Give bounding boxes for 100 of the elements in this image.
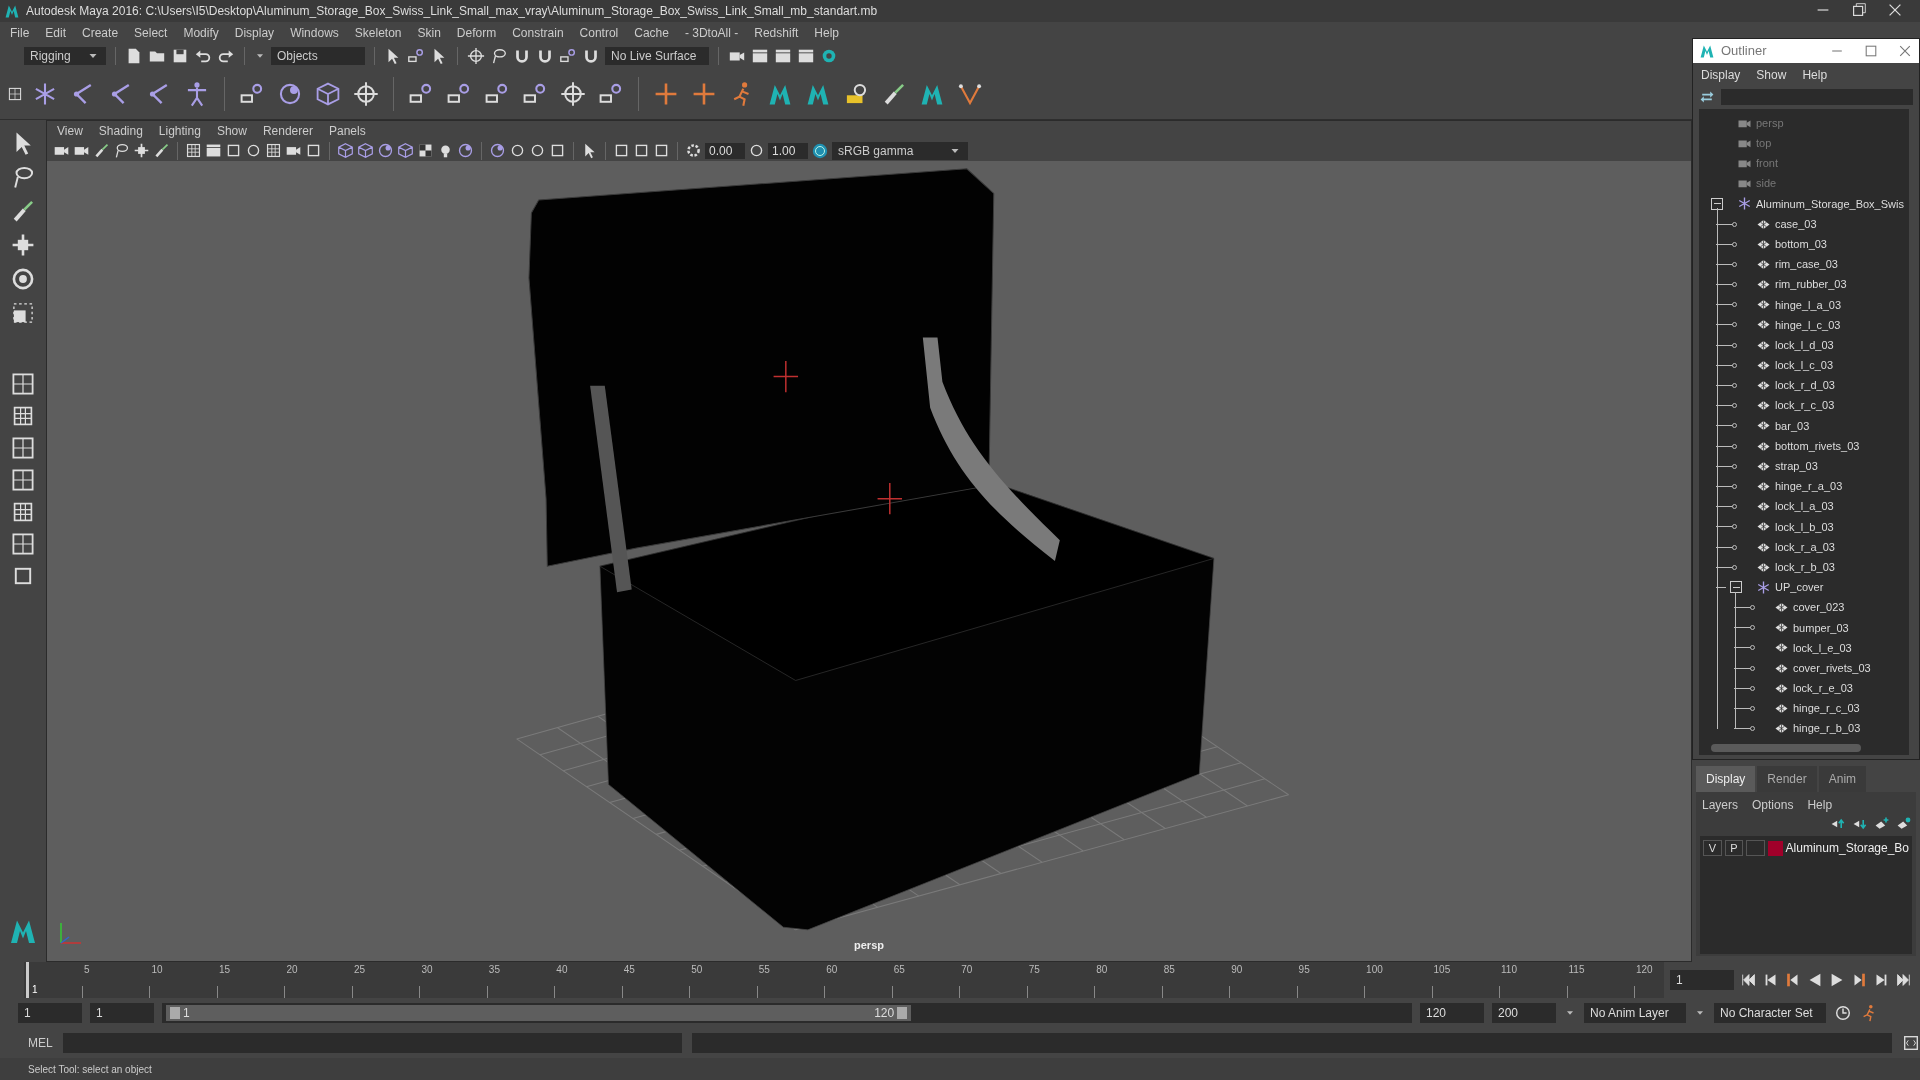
playhead-marker[interactable]	[26, 962, 29, 998]
skip-to-end-icon[interactable]	[1894, 971, 1912, 989]
menu-item[interactable]: Deform	[456, 24, 497, 42]
menu-item[interactable]: Edit	[45, 24, 67, 42]
outliner-item[interactable]: rim_rubber_03	[1775, 276, 1847, 293]
outliner-item[interactable]: hinge_l_a_03	[1775, 296, 1842, 314]
end-frame-field[interactable]: 200	[1492, 1003, 1556, 1023]
cube-icon[interactable]	[397, 142, 414, 159]
layout-icon[interactable]	[11, 468, 35, 492]
square-icon[interactable]	[549, 142, 566, 159]
outliner-item[interactable]: lock_r_d_03	[1775, 377, 1835, 394]
outliner-menu-item[interactable]: Show	[1756, 66, 1787, 84]
close-icon[interactable]	[1897, 43, 1913, 59]
settings-icon[interactable]	[685, 142, 702, 159]
lasso-icon[interactable]	[490, 47, 508, 65]
cube-icon[interactable]	[315, 80, 341, 107]
outliner-item[interactable]: lock_r_e_03	[1793, 680, 1853, 697]
range-slider-track[interactable]: 1 120	[162, 1003, 1412, 1023]
slider-handle[interactable]	[170, 1007, 180, 1019]
scale-icon[interactable]	[10, 300, 36, 326]
render-disc-icon[interactable]	[820, 47, 838, 65]
viewport-menu-item[interactable]: View	[57, 121, 83, 140]
character-set-field[interactable]: No Character Set	[1714, 1003, 1826, 1023]
time-slider[interactable]: 1 5 10 15 20 25 30 35 40 45 50 55 60 65 70 75 80 85 90 95 100 105 110 115 120	[24, 962, 1664, 998]
square-icon[interactable]	[225, 142, 242, 159]
menu-item[interactable]: Redshift	[754, 24, 799, 42]
skip-to-start-icon[interactable]	[1740, 971, 1758, 989]
clapperboard-icon[interactable]	[774, 47, 792, 65]
slider-handle[interactable]	[897, 1007, 908, 1019]
save-icon[interactable]	[171, 47, 189, 65]
menu-item[interactable]: Windows	[290, 24, 339, 42]
menu-item[interactable]: Create	[82, 24, 119, 42]
color-space-dropdown[interactable]: sRGB gamma	[832, 141, 968, 160]
sphere-icon[interactable]	[377, 142, 394, 159]
viewport-menu-item[interactable]: Shading	[98, 121, 143, 140]
reference-toggle[interactable]	[1746, 840, 1765, 856]
menu-item[interactable]: File	[10, 24, 30, 42]
checker-icon[interactable]	[417, 142, 434, 159]
outliner-item[interactable]: lock_r_a_03	[1775, 538, 1835, 556]
asterisk-icon[interactable]	[1756, 579, 1771, 595]
cube-icon[interactable]	[337, 142, 354, 159]
outliner-item[interactable]: lock_l_e_03	[1793, 639, 1852, 657]
outliner-item[interactable]: UP_cover	[1775, 579, 1824, 596]
maximize-icon[interactable]	[1863, 43, 1879, 59]
brush-icon[interactable]	[93, 142, 110, 159]
outliner-item[interactable]: bottom_03	[1775, 235, 1827, 253]
layer-menu-item[interactable]: Layers	[1702, 796, 1739, 814]
sphere-icon[interactable]	[457, 142, 474, 159]
layer-menu-item[interactable]: Options	[1752, 796, 1794, 814]
layer-menu-item[interactable]: Help	[1807, 796, 1833, 814]
playback-end-field[interactable]: 120	[1420, 1003, 1484, 1023]
outliner-item[interactable]: rim_case_03	[1775, 256, 1838, 273]
outliner-item[interactable]: hinge_r_c_03	[1793, 700, 1860, 717]
new-layer-icon[interactable]	[1874, 816, 1890, 832]
layout-icon[interactable]	[11, 436, 35, 460]
outliner-menu-item[interactable]: Display	[1701, 66, 1741, 84]
horizontal-scrollbar[interactable]	[1699, 741, 1909, 755]
scrollbar-thumb[interactable]	[1711, 744, 1861, 752]
menu-item[interactable]: Cache	[634, 24, 669, 42]
menu-item[interactable]: Help	[814, 24, 839, 42]
menu-item[interactable]: Modify	[183, 24, 219, 42]
script-language-label[interactable]: MEL	[28, 1034, 53, 1052]
square-icon[interactable]	[633, 142, 650, 159]
layout-icon[interactable]	[11, 532, 35, 556]
clapperboard-icon[interactable]	[205, 142, 222, 159]
filter-field[interactable]	[1721, 89, 1913, 105]
outliner-item[interactable]: lock_r_c_03	[1775, 397, 1835, 414]
menu-item[interactable]: Control	[579, 24, 619, 42]
selection-mode-field[interactable]: Objects	[271, 47, 365, 65]
viewport-menu-item[interactable]: Show	[216, 121, 247, 140]
outliner-item[interactable]: case_03	[1775, 215, 1817, 233]
outliner-item[interactable]: hinge_l_c_03	[1775, 316, 1841, 334]
outliner-item[interactable]: bottom_rivets_03	[1775, 437, 1860, 455]
outliner-item[interactable]: hinge_r_b_03	[1793, 720, 1861, 737]
menu-item[interactable]: - 3DtoAll -	[684, 24, 739, 42]
refresh-icon[interactable]	[1699, 89, 1715, 105]
brush-icon[interactable]	[153, 142, 170, 159]
layer-color-swatch[interactable]	[1767, 840, 1783, 856]
current-frame-field[interactable]: 1	[1670, 970, 1734, 990]
menu-item[interactable]: Select	[134, 24, 168, 42]
crosshair-icon[interactable]	[467, 47, 485, 65]
square-icon[interactable]	[613, 142, 630, 159]
menu-item[interactable]: Display	[234, 24, 275, 42]
lasso-icon[interactable]	[113, 142, 130, 159]
playback-toggle[interactable]: P	[1724, 840, 1744, 856]
outliner-item[interactable]: lock_r_b_03	[1775, 558, 1835, 576]
cube-icon[interactable]	[357, 142, 374, 159]
viewport-menu-item[interactable]: Panels	[328, 121, 366, 140]
anim-layer-field[interactable]: No Anim Layer	[1584, 1003, 1686, 1023]
layer-select-icon[interactable]	[1896, 816, 1912, 832]
live-surface-field[interactable]: No Live Surface	[605, 47, 709, 65]
menu-item[interactable]: Skeleton	[354, 24, 402, 42]
outliner-item[interactable]: cover_rivets_03	[1793, 659, 1871, 677]
outliner-item[interactable]: strap_03	[1775, 458, 1818, 475]
outliner-menu-item[interactable]: Help	[1802, 66, 1828, 84]
command-input[interactable]	[62, 1033, 683, 1053]
circle-icon[interactable]	[509, 142, 526, 159]
layer-name[interactable]: Aluminum_Storage_Bo	[1785, 839, 1909, 857]
playback-start-field[interactable]: 1	[90, 1003, 154, 1023]
outliner-item[interactable]: lock_l_b_03	[1775, 518, 1834, 536]
